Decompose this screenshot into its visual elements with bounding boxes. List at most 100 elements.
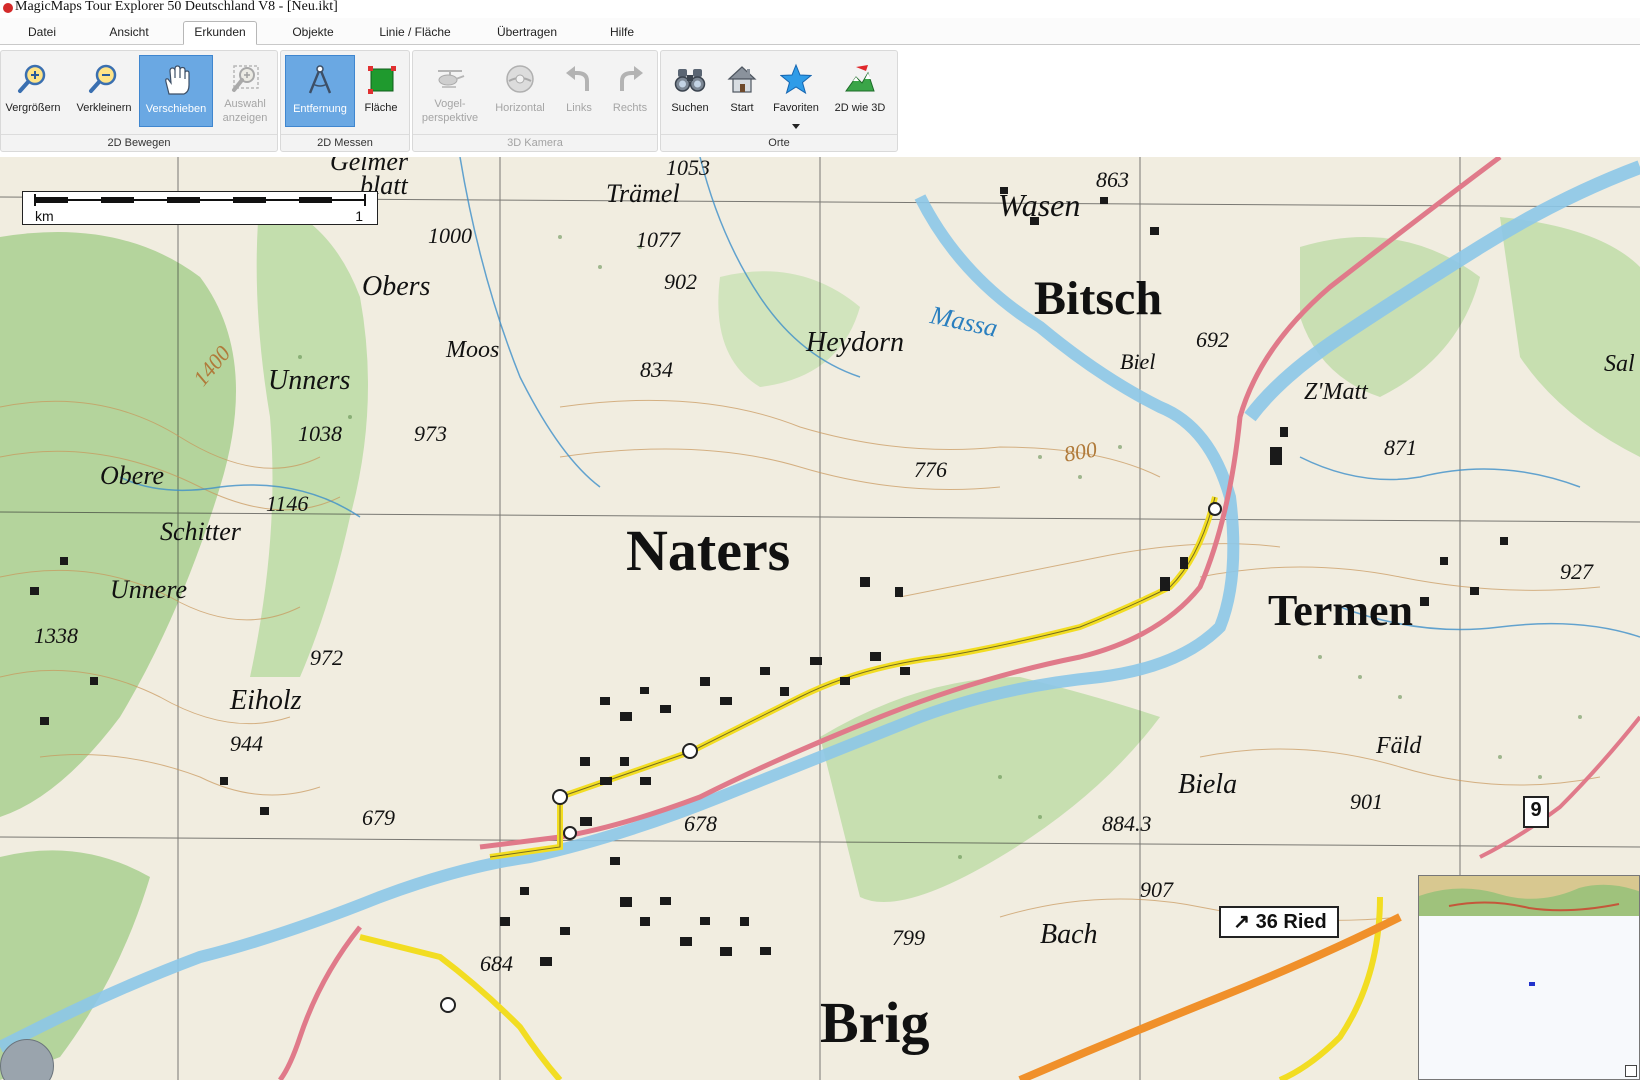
group-orte: Suchen Start Favoriten 2D wie 3D Orte <box>660 50 898 152</box>
compass-icon <box>308 65 332 94</box>
zoom-in-button[interactable]: Vergrößern <box>3 55 63 127</box>
tab-datei[interactable]: Datei <box>14 22 70 42</box>
favorites-button[interactable]: Favoriten <box>767 55 825 129</box>
zoom-out-icon <box>89 64 117 93</box>
group-2d-bewegen: Vergrößern Verkleinern Verschieben Auswa… <box>0 50 278 152</box>
2d-like-3d-button[interactable]: 2D wie 3D <box>827 55 893 127</box>
zoom-in-label: Vergrößern <box>5 102 61 114</box>
birds-eye-label-line1: Vogel- <box>434 98 466 110</box>
title-bar: MagicMaps Tour Explorer 50 Deutschland V… <box>0 0 1640 16</box>
map-label-eiholz: Eiholz <box>230 685 302 716</box>
elevation-label: 944 <box>230 731 263 756</box>
elevation-label: 1146 <box>266 491 309 516</box>
elevation-label: 902 <box>664 269 697 294</box>
elevation-label: 1053 <box>666 157 710 180</box>
scale-bar-graphic <box>34 194 366 206</box>
map-view[interactable]: Naters Bitsch Termen Brig Heydorn Wasen … <box>0 157 1640 1080</box>
show-selection-button[interactable]: Auswahl anzeigen <box>215 55 275 127</box>
show-selection-label-line2: anzeigen <box>222 112 268 124</box>
rotate-right-label: Rechts <box>612 102 648 114</box>
start-button[interactable]: Start <box>719 55 765 127</box>
rotate-left-label: Links <box>566 102 592 114</box>
elevation-label: 684 <box>480 951 513 976</box>
scale-bar: km 1 <box>22 191 378 225</box>
horizontal-button[interactable]: Horizontal <box>487 55 553 127</box>
elevation-label: 834 <box>640 357 673 382</box>
zoom-out-label: Verkleinern <box>76 102 132 114</box>
map-label-naters: Naters <box>626 518 791 583</box>
birds-eye-label-line2: perspektive <box>421 112 479 124</box>
map-label-obere: Obere <box>100 461 165 490</box>
search-label: Suchen <box>671 102 709 114</box>
group-label-2d-messen: 2D Messen <box>281 134 409 151</box>
zoom-out-button[interactable]: Verkleinern <box>71 55 137 127</box>
map-label-wasen: Wasen <box>998 187 1081 223</box>
2d-like-3d-icon <box>845 65 875 92</box>
map-label-bitsch: Bitsch <box>1034 272 1163 325</box>
elevation-label: 776 <box>914 457 947 482</box>
map-label-traemel: Trämel <box>606 179 680 208</box>
elevation-label: 1038 <box>298 421 342 446</box>
map-label-heydorn: Heydorn <box>806 327 904 358</box>
pan-label: Verschieben <box>145 103 207 115</box>
birds-eye-button[interactable]: Vogel- perspektive <box>415 55 485 127</box>
area-label: Fläche <box>364 102 398 114</box>
helicopter-icon <box>438 70 465 88</box>
scale-unit: km <box>35 208 54 224</box>
distance-label: Entfernung <box>293 103 347 115</box>
show-selection-label: Auswahl anzeigen <box>215 97 275 125</box>
group-label-2d-bewegen: 2D Bewegen <box>1 134 277 151</box>
map-label-bach: Bach <box>1040 919 1098 950</box>
tab-uebertragen[interactable]: Übertragen <box>486 22 568 42</box>
elevation-label: 1338 <box>34 623 78 648</box>
tab-hilfe[interactable]: Hilfe <box>596 22 648 42</box>
arrow-up-right-icon: ↗ <box>1233 911 1251 933</box>
group-label-3d-kamera: 3D Kamera <box>413 134 657 151</box>
road-sign: ↗ 36 Ried <box>1224 909 1336 934</box>
distance-button[interactable]: Entfernung <box>285 55 355 127</box>
map-label-biel: Biel <box>1120 349 1156 374</box>
chevron-down-icon <box>792 124 800 129</box>
elevation-label: 972 <box>310 645 343 670</box>
tab-erkunden[interactable]: Erkunden <box>183 21 257 45</box>
rotate-left-icon <box>566 66 589 91</box>
ribbon-tabs: Datei Ansicht Erkunden Objekte Linie / F… <box>0 18 1640 45</box>
map-label-zmatt: Z'Matt <box>1304 379 1368 405</box>
pan-button[interactable]: Verschieben <box>139 55 213 127</box>
elevation-label: 678 <box>684 811 717 836</box>
ribbon: Vergrößern Verkleinern Verschieben Auswa… <box>0 45 1640 153</box>
home-icon <box>727 66 757 93</box>
elevation-label: 679 <box>362 805 395 830</box>
birds-eye-label: Vogel- perspektive <box>415 97 485 125</box>
overview-map[interactable] <box>1418 875 1640 1080</box>
area-button[interactable]: Fläche <box>357 55 405 127</box>
map-label-brig: Brig <box>820 990 930 1055</box>
rotate-right-button[interactable]: Rechts <box>605 55 655 127</box>
elevation-label: 1000 <box>428 223 472 248</box>
tab-ansicht[interactable]: Ansicht <box>96 22 162 42</box>
area-icon <box>368 66 396 94</box>
map-label-schitter: Schitter <box>160 517 241 546</box>
rotate-right-icon <box>620 66 643 91</box>
map-label-termen: Termen <box>1268 586 1414 635</box>
elevation-label: 799 <box>892 925 925 950</box>
map-label-moos: Moos <box>446 337 500 363</box>
tab-objekte[interactable]: Objekte <box>280 22 346 42</box>
tab-linie-flaeche[interactable]: Linie / Fläche <box>370 22 460 42</box>
favorites-label: Favoriten <box>773 102 819 114</box>
map-label-unnere: Unnere <box>110 575 188 604</box>
rotate-left-button[interactable]: Links <box>555 55 603 127</box>
zoom-in-icon <box>18 64 46 93</box>
elevation-label: 901 <box>1350 789 1383 814</box>
binoculars-icon <box>674 69 706 92</box>
scale-value: 1 <box>355 208 363 224</box>
group-label-orte: Orte <box>661 134 897 151</box>
elevation-label: 863 <box>1096 167 1129 192</box>
window-title: MagicMaps Tour Explorer 50 Deutschland V… <box>15 0 338 14</box>
search-button[interactable]: Suchen <box>663 55 717 127</box>
resize-icon[interactable] <box>1625 1065 1637 1077</box>
group-2d-messen: Entfernung Fläche 2D Messen <box>280 50 410 152</box>
horizontal-label: Horizontal <box>495 102 545 114</box>
elevation-label: 692 <box>1196 327 1229 352</box>
map-label-faeld: Fäld <box>1376 733 1422 759</box>
